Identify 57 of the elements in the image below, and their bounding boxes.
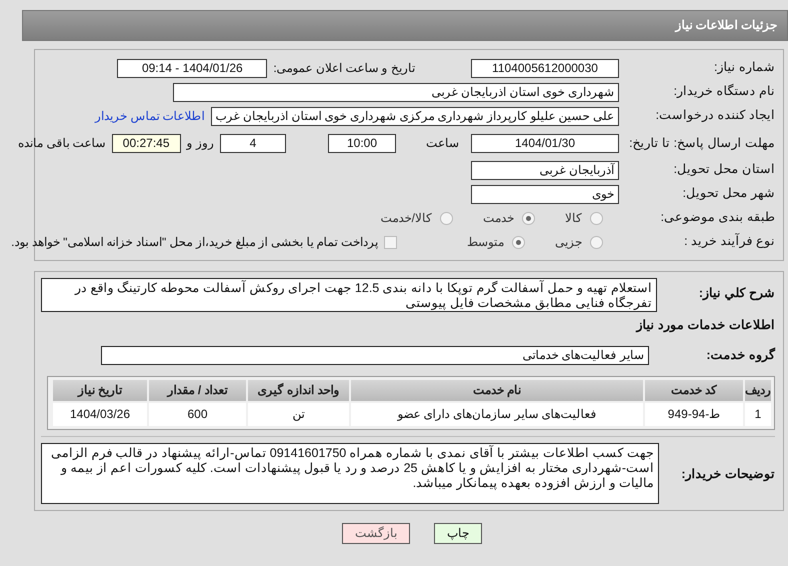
radio-button[interactable] xyxy=(590,236,603,248)
field-label: روز و xyxy=(186,136,214,150)
field-label: شهر محل تحویل: xyxy=(682,186,775,202)
column-header: نام خدمت xyxy=(351,380,643,401)
column-header: تعداد / مقدار xyxy=(149,380,246,401)
field-label: شماره نیاز: xyxy=(713,60,775,76)
table-cell: ط-94-949 xyxy=(645,402,743,426)
radio-label: کالا/خدمت xyxy=(380,210,432,226)
radio-button[interactable] xyxy=(512,236,525,248)
radio-button[interactable] xyxy=(590,212,603,224)
field-label: مهلت ارسال پاسخ: تا تاریخ: xyxy=(628,136,775,150)
radio-label: متوسط xyxy=(467,234,504,250)
table-cell: فعالیت‌های سایر سازمان‌های دارای عضو xyxy=(351,402,643,426)
column-header: تاریخ نیاز xyxy=(53,380,147,401)
city-field: خوی xyxy=(471,184,619,204)
days-field: 4 xyxy=(220,134,286,152)
field-label: نام دستگاه خریدار: xyxy=(672,84,775,100)
back-button[interactable]: بازگشت xyxy=(342,522,410,544)
field-label: ساعت باقی مانده xyxy=(18,136,106,150)
page-title: جزئیات اطلاعات نیاز xyxy=(22,10,788,41)
contact-link[interactable]: اطلاعات تماس خریدار xyxy=(94,108,205,124)
column-header: ردیف xyxy=(745,380,771,401)
column-header: واحد اندازه گیری xyxy=(248,380,349,401)
field-label: توضیحات خریدار: xyxy=(680,466,775,482)
remaining-time-field: 00:27:45 xyxy=(112,134,181,152)
province-field: آذربایجان غربی xyxy=(471,160,619,180)
payment-note: پرداخت تمام یا بخشی از مبلغ خرید،از محل "اسناد خزانه اسلامی" خواهد بود. xyxy=(11,234,378,250)
announce-date-field: 1404/01/26 - 09:14 xyxy=(117,58,268,78)
table-cell: 1 xyxy=(745,402,771,426)
requester-field: علی حسین علیلو کارپرداز شهرداری مرکزی شهرداری خوی استان اذربایجان غرب xyxy=(210,106,619,126)
service-group-field: سایر فعالیت‌های خدماتی xyxy=(101,346,649,366)
summary-textarea[interactable]: استعلام تهیه و حمل آسفالت گرم توپکا با دانه بندی 12.5 جهت اجرای روکش آسفالت محوطه کارتینگ واقع در تفرجگاه فنایی مطابق مشخصات فایل پیوستی xyxy=(41,278,657,312)
section-heading: اطلاعات خدمات مورد نیاز xyxy=(634,318,775,334)
table-cell: تن xyxy=(248,402,349,426)
table-cell: 600 xyxy=(149,402,246,426)
radio-label: کالا xyxy=(565,210,582,226)
buyer-notes-textarea[interactable]: جهت کسب اطلاعات بیشتر با آقای نمدی با شماره همراه 09141601750 تماس-ارائه پیشنهاد در قالب فرم الزامی است-شهرداری مختار به افزایش و یا کاهش 25 درصد و رد یا قبول پیشنهادات است. کلیه کسورات اعم از بیمه و مالیات و ارزش افزوده بعهده پیمانکار میباشد. xyxy=(41,442,659,504)
field-label: استان محل تحویل: xyxy=(672,162,775,178)
buyer-org-field: شهرداری خوی استان اذربایجان غربی xyxy=(173,82,619,102)
field-label: نوع فرآیند خرید : xyxy=(683,234,775,250)
field-label: شرح كلي نياز: xyxy=(698,286,775,302)
field-label: ایجاد کننده درخواست: xyxy=(654,108,775,124)
table-cell: 1404/03/26 xyxy=(53,402,147,426)
radio-button[interactable] xyxy=(440,212,453,224)
checkbox[interactable] xyxy=(384,236,397,248)
print-button[interactable]: چاپ xyxy=(434,522,482,544)
field-label: گروه خدمت: xyxy=(705,348,775,364)
radio-label: جزیی xyxy=(555,234,582,250)
radio-button[interactable] xyxy=(522,212,535,224)
radio-label: خدمت xyxy=(483,210,514,226)
field-label: ساعت xyxy=(426,136,459,150)
field-label: طبقه بندی موضوعی: xyxy=(660,210,775,226)
column-header: کد خدمت xyxy=(645,380,743,401)
field-label: تاریخ و ساعت اعلان عمومی: xyxy=(273,60,415,76)
deadline-time-field: 10:00 xyxy=(328,134,396,152)
need-number-field: 1104005612000030 xyxy=(471,58,619,78)
deadline-date-field: 1404/01/30 xyxy=(471,134,619,152)
